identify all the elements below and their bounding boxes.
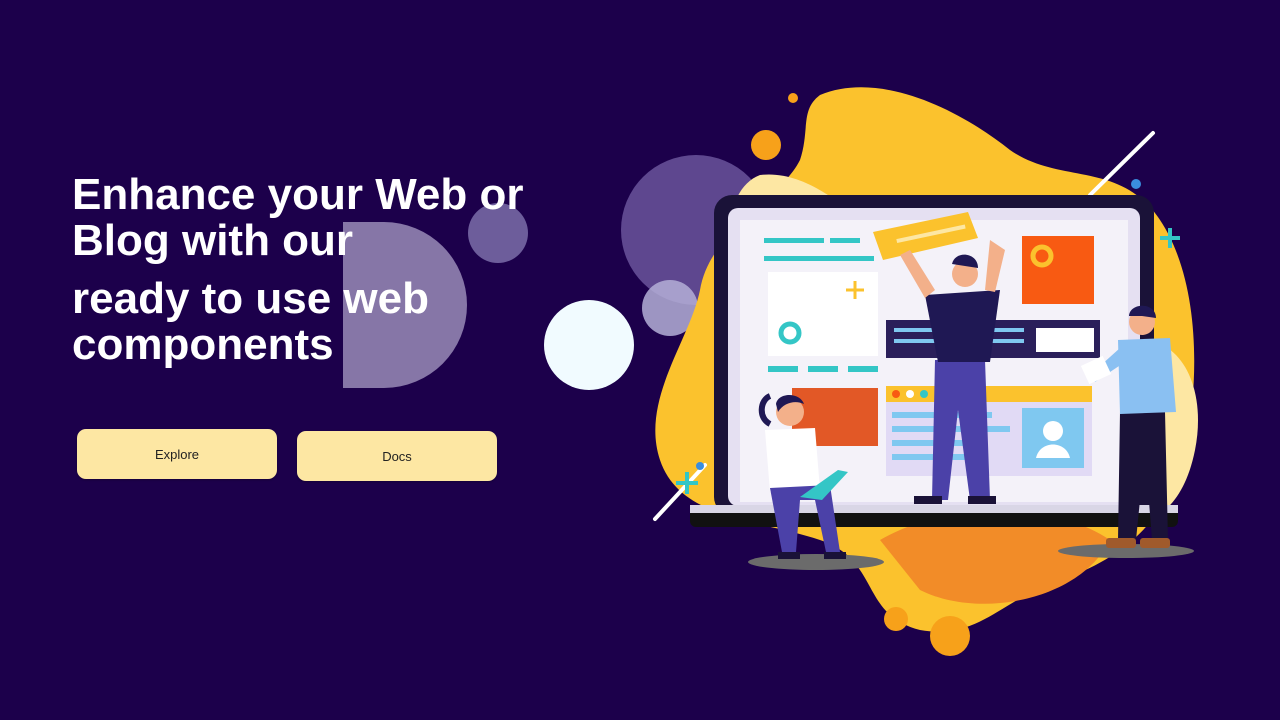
hero-headline: Enhance your Web or Blog with our ready … [72,172,592,368]
headline-line-4: components [72,320,334,369]
web-developers-illustration [653,87,1198,656]
docs-button[interactable]: Docs [297,431,497,481]
headline-line-2: Blog with our [72,216,354,265]
headline-line-3: ready to use web [72,274,430,323]
explore-button[interactable]: Explore [77,429,277,479]
hero-section: Enhance your Web or Blog with our ready … [0,0,1280,720]
headline-line-1: Enhance your Web or [72,170,524,219]
